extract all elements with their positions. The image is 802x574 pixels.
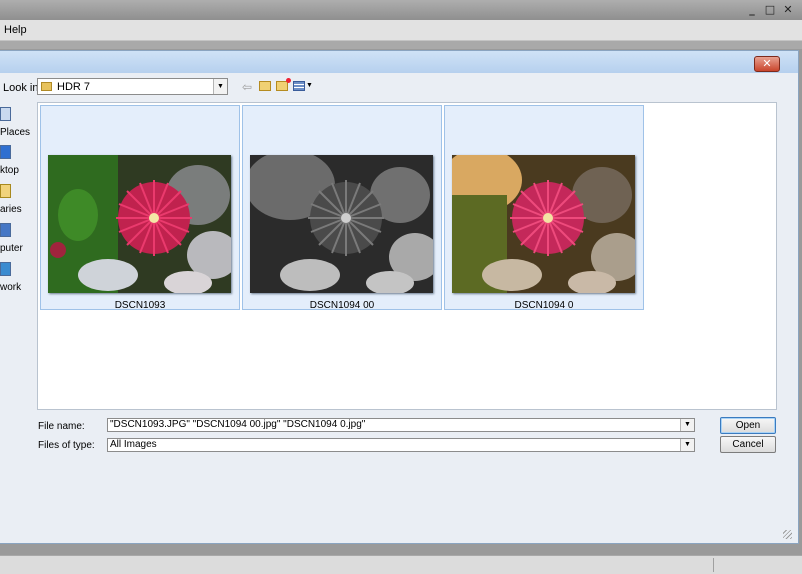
file-type-label: Files of type: <box>38 440 95 451</box>
open-button[interactable]: Open <box>720 417 776 434</box>
chevron-down-icon[interactable]: ▼ <box>680 419 694 431</box>
file-name-label: File name: <box>38 421 85 432</box>
open-file-dialog: ✕ Look in: HDR 7 ▼ ⇦ ▼ Places ktop aries… <box>0 50 799 544</box>
network-icon <box>0 262 11 276</box>
cancel-button[interactable]: Cancel <box>720 436 776 453</box>
close-icon[interactable]: ✕ <box>782 4 794 16</box>
look-in-value: HDR 7 <box>57 81 91 93</box>
look-in-dropdown[interactable]: HDR 7 ▼ <box>37 78 228 95</box>
file-item[interactable]: DSCN1094 00 <box>242 105 442 311</box>
back-arrow-icon[interactable]: ⇦ <box>242 80 252 94</box>
folder-icon <box>41 82 52 91</box>
desktop-icon <box>0 145 11 159</box>
close-icon: ✕ <box>762 57 772 70</box>
look-in-label: Look in: <box>3 82 42 94</box>
chevron-down-icon[interactable]: ▼ <box>213 79 227 94</box>
file-item[interactable]: DSCN1094 0 <box>444 105 644 311</box>
photo-thumbnail <box>250 155 433 293</box>
computer-icon <box>0 223 11 237</box>
chevron-down-icon[interactable]: ▼ <box>680 439 694 451</box>
file-name-value: "DSCN1093.JPG" "DSCN1094 00.jpg" "DSCN10… <box>110 419 366 430</box>
menu-help[interactable]: Help <box>4 24 27 36</box>
libraries-icon <box>0 184 11 198</box>
file-name-label: DSCN1094 00 <box>309 300 375 311</box>
file-name-label: DSCN1093 <box>114 300 166 311</box>
menu-bar: Help <box>0 20 802 41</box>
dialog-titlebar: ✕ <box>0 51 798 73</box>
file-type-value: All Images <box>110 439 157 450</box>
up-folder-icon[interactable] <box>259 81 271 91</box>
dialog-close-button[interactable]: ✕ <box>754 56 780 72</box>
file-type-select[interactable]: All Images ▼ <box>107 438 695 452</box>
view-dropdown-icon[interactable]: ▼ <box>306 82 313 89</box>
restore-icon[interactable]: □ <box>764 4 776 16</box>
status-separator <box>713 558 714 572</box>
resize-grip[interactable] <box>783 530 792 539</box>
file-name-input[interactable]: "DSCN1093.JPG" "DSCN1094 00.jpg" "DSCN10… <box>107 418 695 432</box>
file-name-label: DSCN1094 0 <box>514 300 574 311</box>
app-titlebar: _ □ ✕ <box>0 0 802 20</box>
file-item[interactable]: DSCN1093 <box>40 105 240 311</box>
status-bar <box>0 555 802 574</box>
minimize-icon[interactable]: _ <box>746 4 758 16</box>
recent-places-icon <box>0 107 11 121</box>
photo-thumbnail <box>452 155 635 293</box>
photo-thumbnail <box>48 155 231 293</box>
view-menu-icon[interactable] <box>293 81 305 91</box>
app-toolbar-strip <box>0 41 802 49</box>
window-controls: _ □ ✕ <box>746 4 794 16</box>
file-list[interactable]: DSCN1093 DSCN1094 00 DSCN1094 0 <box>37 102 777 410</box>
new-folder-icon[interactable] <box>276 78 291 91</box>
